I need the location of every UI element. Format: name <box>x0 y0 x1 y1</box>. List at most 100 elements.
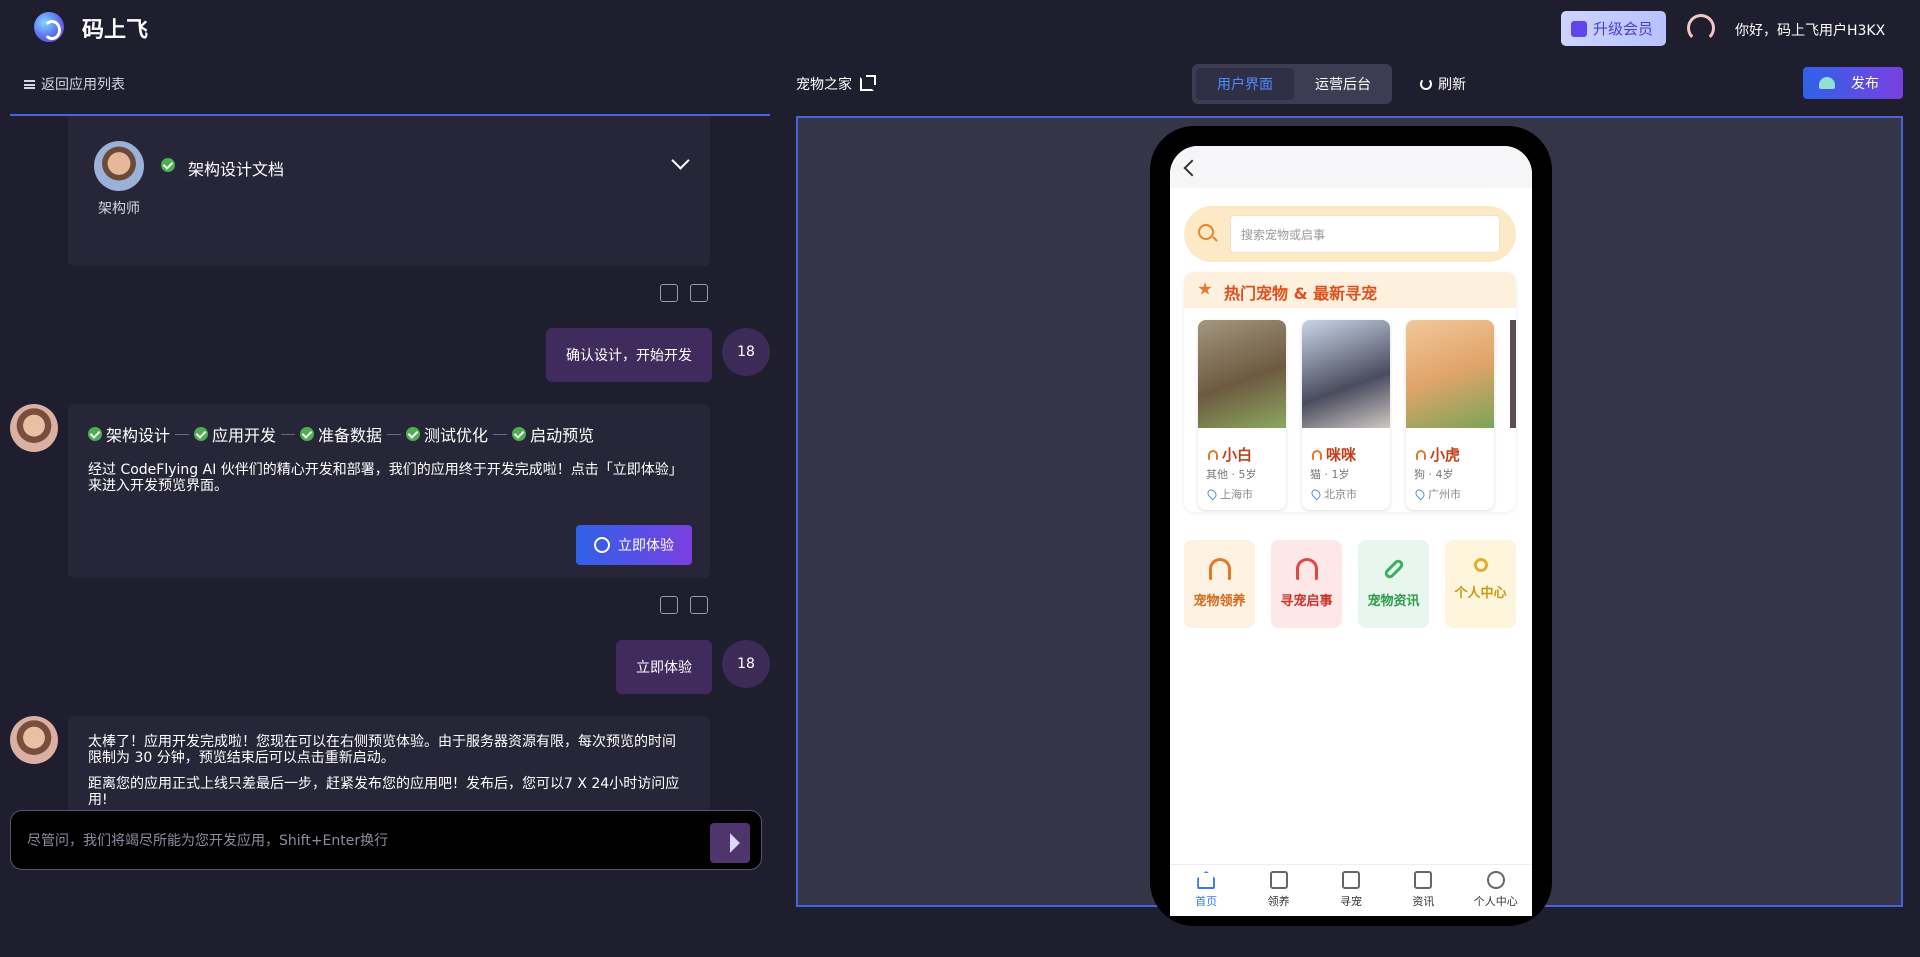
thumbs-up-icon[interactable] <box>660 596 678 614</box>
completion-message: 太棒了！应用开发完成啦！您现在可以在右侧预览体验。由于服务器资源有限，每次预览的… <box>88 734 676 766</box>
share-icon[interactable] <box>860 75 876 91</box>
phone-frame: 搜索宠物或启事 热门宠物 & 最新寻宠 小白 其他 · 5岁 上海市 咪咪 猫 … <box>1150 126 1552 926</box>
play-icon <box>594 537 610 553</box>
step-item: 准备数据 <box>300 422 382 446</box>
feature-profile[interactable]: 个人中心 <box>1445 540 1516 628</box>
pet-card[interactable]: 小白 其他 · 5岁 上海市 <box>1198 320 1286 510</box>
pet-location: 北京市 <box>1309 486 1357 502</box>
chat-input[interactable] <box>27 829 707 853</box>
progress-steps: 架构设计 应用开发 准备数据 测试优化 启动预览 <box>88 422 594 446</box>
step-item: 启动预览 <box>512 422 594 446</box>
pet-name: 小白 <box>1208 444 1252 465</box>
user-greeting[interactable]: 你好，码上飞用户H3KX <box>1735 20 1885 40</box>
check-icon <box>161 158 175 172</box>
step-separator <box>281 433 296 435</box>
architect-avatar <box>94 141 144 191</box>
tab-news[interactable]: 资讯 <box>1398 871 1448 916</box>
progress-message: 经过 CodeFlying AI 伙伴们的精心开发和部署，我们的应用终于开发完成… <box>88 462 683 494</box>
tab-lost[interactable]: 寻宠 <box>1326 871 1376 916</box>
headphones-icon <box>1208 449 1218 460</box>
publish-reminder: 距离您的应用正式上线只差最后一步，赶紧发布您的应用吧！发布后，您可以7 X 24… <box>88 776 680 808</box>
grid-icon <box>1269 871 1288 889</box>
check-icon <box>194 427 209 441</box>
crown-icon <box>1571 20 1587 37</box>
hot-pets-section: 热门宠物 & 最新寻宠 小白 其他 · 5岁 上海市 咪咪 猫 · 1岁 北京市 <box>1184 272 1516 512</box>
phone-nav-bar <box>1170 146 1532 188</box>
assistant-avatar <box>10 716 58 764</box>
user-icon <box>1486 871 1505 889</box>
refresh-icon <box>1420 78 1432 90</box>
pet-name: 小虎 <box>1416 444 1460 465</box>
tab-adopt[interactable]: 领养 <box>1254 871 1304 916</box>
send-button[interactable] <box>710 823 750 863</box>
architect-role-label: 架构师 <box>98 201 140 217</box>
search-icon <box>1198 224 1214 240</box>
back-label: 返回应用列表 <box>41 77 125 93</box>
grid-icon <box>1341 871 1360 889</box>
headphones-icon <box>1295 558 1318 580</box>
user-icon <box>1473 558 1488 572</box>
pet-card-list: 小白 其他 · 5岁 上海市 咪咪 猫 · 1岁 北京市 小虎 狗 · 4岁 广… <box>1198 320 1494 510</box>
pet-location: 上海市 <box>1205 486 1253 502</box>
pet-meta: 猫 · 1岁 <box>1310 468 1350 481</box>
tab-profile[interactable]: 个人中心 <box>1471 871 1521 916</box>
completion-card: 太棒了！应用开发完成啦！您现在可以在右侧预览体验。由于服务器资源有限，每次预览的… <box>68 716 710 810</box>
step-item: 应用开发 <box>194 422 276 446</box>
thumbs-down-icon[interactable] <box>690 596 708 614</box>
pet-meta: 其他 · 5岁 <box>1206 468 1257 481</box>
user-avatar: 18 <box>722 640 770 688</box>
headphones-icon <box>1312 449 1322 460</box>
bottom-tab-bar: 首页 领养 寻宠 资讯 个人中心 <box>1170 864 1532 916</box>
home-icon <box>1197 871 1216 889</box>
chat-panel[interactable]: 架构设计文档 架构师 确认设计，开始开发 18 架构设计 应用开发 准备数据 测… <box>0 116 780 810</box>
tab-user-interface[interactable]: 用户界面 <box>1196 68 1294 100</box>
pet-card[interactable]: 咪咪 猫 · 1岁 北京市 <box>1302 320 1390 510</box>
pet-card[interactable]: 小虎 狗 · 4岁 广州市 <box>1406 320 1494 510</box>
search-input[interactable]: 搜索宠物或启事 <box>1230 215 1500 253</box>
pet-name: 咪咪 <box>1312 444 1356 465</box>
location-pin-icon <box>1413 487 1427 501</box>
assistant-avatar <box>10 404 58 452</box>
step-separator <box>387 433 402 435</box>
upgrade-membership-button[interactable]: 升级会员 <box>1561 11 1666 46</box>
hot-section-header: 热门宠物 & 最新寻宠 <box>1184 272 1516 308</box>
check-icon <box>300 427 315 441</box>
pet-card-partial[interactable] <box>1510 320 1516 428</box>
tab-admin-backend[interactable]: 运营后台 <box>1298 68 1388 100</box>
app-name[interactable]: 宠物之家 <box>796 74 876 94</box>
menu-icon <box>24 79 35 89</box>
headphones-icon <box>1416 449 1426 460</box>
feature-lost-pet[interactable]: 寻宠启事 <box>1271 540 1342 628</box>
feature-pet-news[interactable]: 宠物资讯 <box>1358 540 1429 628</box>
location-pin-icon <box>1205 487 1219 501</box>
check-icon <box>512 427 527 441</box>
refresh-button[interactable]: 刷新 <box>1420 74 1466 94</box>
pet-meta: 狗 · 4岁 <box>1414 468 1454 481</box>
grid-icon <box>1414 871 1433 889</box>
phone-screen[interactable]: 搜索宠物或启事 热门宠物 & 最新寻宠 小白 其他 · 5岁 上海市 咪咪 猫 … <box>1170 146 1532 916</box>
thumbs-up-icon[interactable] <box>660 284 678 302</box>
android-icon <box>1819 77 1835 89</box>
headphones-icon <box>1208 558 1231 580</box>
publish-button[interactable]: 发布 <box>1803 67 1903 99</box>
tab-home[interactable]: 首页 <box>1181 871 1231 916</box>
feature-grid: 宠物领养 寻宠启事 宠物资讯 个人中心 <box>1184 540 1516 628</box>
feature-pet-adoption[interactable]: 宠物领养 <box>1184 540 1255 628</box>
feedback-buttons <box>660 284 708 302</box>
user-message: 立即体验 <box>616 640 712 694</box>
app-preview-frame: 搜索宠物或启事 热门宠物 & 最新寻宠 小白 其他 · 5岁 上海市 咪咪 猫 … <box>796 116 1903 926</box>
architecture-doc-card: 架构设计文档 架构师 <box>68 116 710 266</box>
brand-logo-icon[interactable] <box>34 12 64 42</box>
chat-input-box <box>10 810 762 870</box>
customer-support-icon[interactable] <box>1687 14 1715 42</box>
thumbs-down-icon[interactable] <box>690 284 708 302</box>
hot-section-title: 热门宠物 & 最新寻宠 <box>1224 284 1378 303</box>
step-separator <box>493 433 508 435</box>
step-item: 架构设计 <box>88 422 170 446</box>
paperclip-icon <box>1382 557 1405 581</box>
view-tabs: 用户界面 运营后台 <box>1192 64 1392 104</box>
back-to-app-list-button[interactable]: 返回应用列表 <box>24 74 125 94</box>
try-now-button[interactable]: 立即体验 <box>576 525 692 565</box>
chevron-down-icon[interactable] <box>671 151 690 170</box>
progress-card: 架构设计 应用开发 准备数据 测试优化 启动预览 经过 CodeFlying A… <box>68 404 710 578</box>
